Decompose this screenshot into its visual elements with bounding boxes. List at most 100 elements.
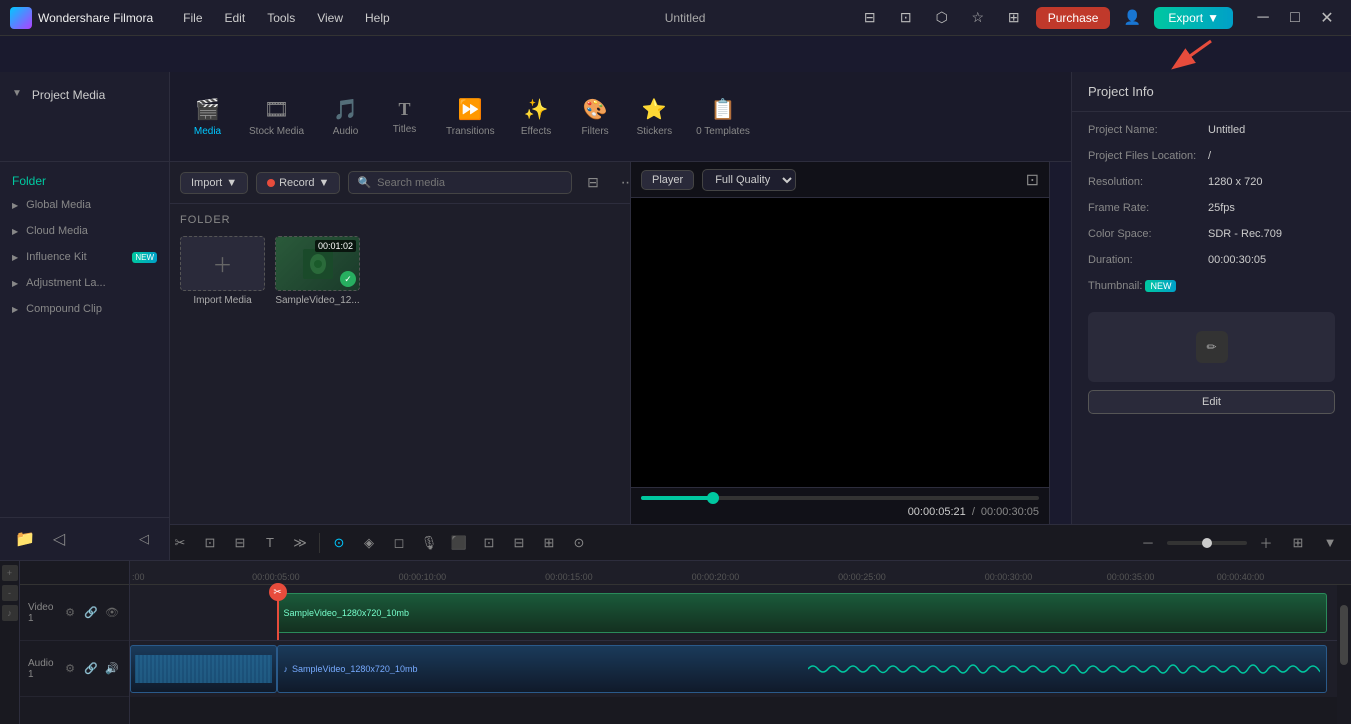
tab-effects[interactable]: ✨ Effects xyxy=(509,89,564,145)
audio-track-settings-icon[interactable]: ⚙ xyxy=(61,660,79,678)
fullscreen-icon[interactable]: ⊡ xyxy=(1026,170,1039,190)
media-tab-icon: 🎬 xyxy=(195,97,220,122)
tab-templates[interactable]: 📋 0 Templates xyxy=(686,89,760,145)
ai-cut-icon[interactable]: ⊡ xyxy=(476,530,502,556)
progress-bar-track[interactable] xyxy=(641,496,1039,500)
track-collapse-icon[interactable]: - xyxy=(2,585,18,601)
track-add-audio-icon[interactable]: ♪ xyxy=(2,605,18,621)
sidebar-item-compound-clip[interactable]: ▶ Compound Clip xyxy=(0,296,169,322)
timeline-content: :00 00:00:05:00 00:00:10:00 00:00:15:00 … xyxy=(130,561,1351,724)
sample-video-item[interactable]: 00:01:02 ✓ SampleVideo_12... xyxy=(275,236,360,306)
keyframe-icon[interactable]: ◈ xyxy=(356,530,382,556)
timeline-view-options[interactable]: ⊞ xyxy=(1285,530,1311,556)
cut-button[interactable]: ✂ xyxy=(167,530,193,556)
import-button[interactable]: Import ▼ xyxy=(180,172,248,194)
total-time: 00:00:30:05 xyxy=(981,506,1039,518)
audio-record-icon[interactable]: 🎙 xyxy=(416,530,442,556)
audio-track-volume-icon[interactable]: 🔊 xyxy=(103,660,121,678)
audio-clip-before[interactable] xyxy=(130,645,277,693)
export-button[interactable]: Export ▼ xyxy=(1154,7,1233,29)
tab-stickers[interactable]: ⭐ Stickers xyxy=(627,89,683,145)
menu-edit[interactable]: Edit xyxy=(215,7,256,29)
sidebar-item-cloud-media[interactable]: ▶ Cloud Media xyxy=(0,218,169,244)
preview-area[interactable] xyxy=(631,198,1049,487)
mute-icon[interactable]: ⊙ xyxy=(566,530,592,556)
window-icon-2[interactable]: ⊡ xyxy=(892,4,920,32)
video-track-settings-icon[interactable]: ⚙ xyxy=(61,604,79,622)
timeline-toolbar: ⊞ ⊡ ↩ ↪ 🗑 ✂ ⊡ ⊟ T ≫ ⊙ ◈ ◻ 🎙 ⬛ ⊡ ⊟ ⊞ ⊙ － … xyxy=(0,525,1351,561)
record-button[interactable]: Record ▼ xyxy=(256,172,340,194)
sidebar-folder-label[interactable]: Folder xyxy=(0,170,169,192)
tab-media[interactable]: 🎬 Media xyxy=(180,89,235,145)
main-area: 🎬 Media 🎞 Stock Media 🎵 Audio T Titles ⏩… xyxy=(0,72,1351,560)
filter-icon[interactable]: ⊟ xyxy=(580,170,606,196)
left-track-col: + - ♪ xyxy=(0,561,20,724)
menu-file[interactable]: File xyxy=(173,7,212,29)
tab-filters[interactable]: 🎨 Filters xyxy=(568,89,623,145)
export-chevron-icon: ▼ xyxy=(1207,11,1219,25)
video-track-link-icon[interactable]: 🔗 xyxy=(82,604,100,622)
split-button[interactable]: ⊟ xyxy=(227,530,253,556)
tab-audio[interactable]: 🎵 Audio xyxy=(318,89,373,145)
track-add-video-icon[interactable]: + xyxy=(2,565,18,581)
timeline-settings-icon[interactable]: ▼ xyxy=(1317,530,1343,556)
thumbnail-edit-icon[interactable]: ✏ xyxy=(1196,331,1228,363)
project-media-label[interactable]: Project Media xyxy=(32,88,105,102)
pip-tl-icon[interactable]: ⊟ xyxy=(506,530,532,556)
motion-track-icon[interactable]: ⊙ xyxy=(326,530,352,556)
window-icon-5[interactable]: ⊞ xyxy=(1000,4,1028,32)
time-separator: / xyxy=(972,506,975,518)
duration-value: 00:00:30:05 xyxy=(1208,254,1266,266)
project-info-title: Project Info xyxy=(1088,84,1335,99)
effects-tab-icon: ✨ xyxy=(524,97,549,122)
zoom-out-icon[interactable]: － xyxy=(1135,530,1161,556)
zoom-in-icon[interactable]: ＋ xyxy=(1253,530,1279,556)
window-icon-3[interactable]: ⬡ xyxy=(928,4,956,32)
video-track-controls: ⚙ 🔗 👁 xyxy=(61,604,121,622)
sidebar-collapse-panel-icon[interactable]: ◁ xyxy=(46,526,72,552)
speed-icon[interactable]: ⬛ xyxy=(446,530,472,556)
thumbnail-new-badge: NEW xyxy=(1145,280,1176,292)
tab-stock-media[interactable]: 🎞 Stock Media xyxy=(239,89,314,145)
zoom-slider[interactable] xyxy=(1167,541,1247,545)
sidebar-item-global-media[interactable]: ▶ Global Media xyxy=(0,192,169,218)
player-label[interactable]: Player xyxy=(641,170,694,190)
thumbnail-row: Thumbnail: NEW xyxy=(1088,280,1335,292)
user-icon[interactable]: 👤 xyxy=(1118,4,1146,32)
menu-view[interactable]: View xyxy=(307,7,353,29)
sidebar-item-adjustment-layer[interactable]: ▶ Adjustment La... xyxy=(0,270,169,296)
video-track-eye-icon[interactable]: 👁 xyxy=(103,604,121,622)
menu-help[interactable]: Help xyxy=(355,7,400,29)
text-button[interactable]: T xyxy=(257,530,283,556)
maximize-button[interactable]: □ xyxy=(1281,4,1309,32)
purchase-button[interactable]: Purchase xyxy=(1036,7,1111,29)
sidebar-settings-icon[interactable]: ◁ xyxy=(131,526,157,552)
scrollbar-thumb[interactable] xyxy=(1340,605,1348,665)
minimize-button[interactable]: ─ xyxy=(1249,4,1277,32)
audio-track-label: Audio 1 xyxy=(28,658,57,680)
quality-select[interactable]: Full Quality 1/2 Quality 1/4 Quality xyxy=(702,169,796,191)
video-clip[interactable]: SampleVideo_1280x720_10mb xyxy=(277,593,1327,633)
tab-transitions[interactable]: ⏩ Transitions xyxy=(436,89,505,145)
audio-track-link-icon[interactable]: 🔗 xyxy=(82,660,100,678)
waveform-before xyxy=(135,655,272,683)
replace-icon[interactable]: ⊞ xyxy=(536,530,562,556)
clip-icon[interactable]: ◻ xyxy=(386,530,412,556)
sidebar-item-influence-kit[interactable]: ▶ Influence Kit NEW xyxy=(0,244,169,270)
more-tools-icon[interactable]: ≫ xyxy=(287,530,313,556)
sidebar-add-folder-icon[interactable]: 📁 xyxy=(12,526,38,552)
window-icon-1[interactable]: ⊟ xyxy=(856,4,884,32)
templates-tab-icon: 📋 xyxy=(711,97,736,122)
edit-button[interactable]: Edit xyxy=(1088,390,1335,414)
window-icon-4[interactable]: ☆ xyxy=(964,4,992,32)
video-track-header: Video 1 ⚙ 🔗 👁 xyxy=(20,585,129,641)
search-input[interactable] xyxy=(377,177,563,189)
close-button[interactable]: ✕ xyxy=(1313,4,1341,32)
import-media-item[interactable]: ＋ Import Media xyxy=(180,236,265,306)
sidebar-item-influence-kit-label: Influence Kit xyxy=(26,251,124,263)
audio-clip-main[interactable]: ♪ SampleVideo_1280x720_10mb xyxy=(277,645,1327,693)
tab-titles[interactable]: T Titles xyxy=(377,91,432,143)
trim-button[interactable]: ⊡ xyxy=(197,530,223,556)
timeline-ruler: :00 00:00:05:00 00:00:10:00 00:00:15:00 … xyxy=(130,561,1351,585)
menu-tools[interactable]: Tools xyxy=(257,7,305,29)
